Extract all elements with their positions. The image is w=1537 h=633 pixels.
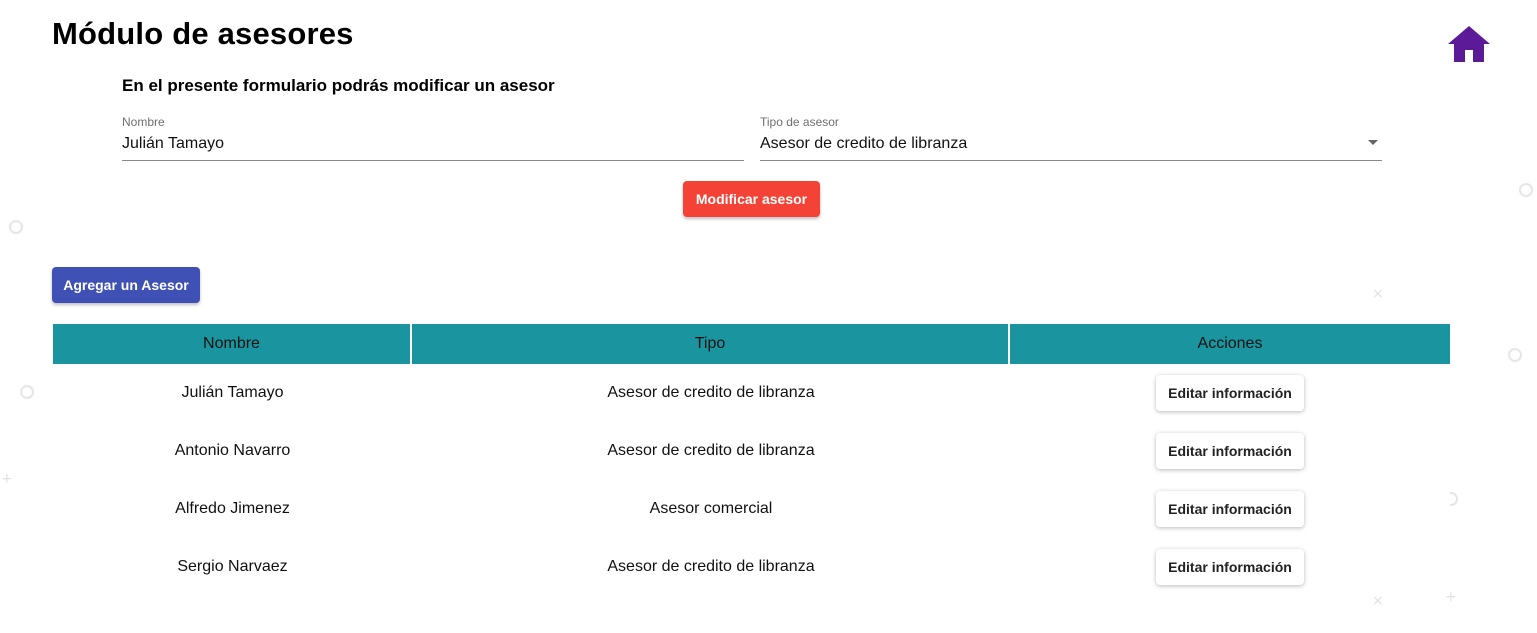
row-actions: Editar información <box>1010 364 1450 422</box>
home-icon <box>1448 26 1490 62</box>
add-advisor-button[interactable]: Agregar un Asesor <box>52 267 200 303</box>
row-actions: Editar información <box>1010 538 1450 596</box>
table-row: Julián Tamayo Asesor de credito de libra… <box>53 364 1450 422</box>
row-name: Julián Tamayo <box>181 384 284 401</box>
edit-info-button[interactable]: Editar información <box>1156 375 1304 411</box>
row-name: Alfredo Jimenez <box>175 500 290 517</box>
decorative-circle <box>20 385 34 399</box>
edit-info-button[interactable]: Editar información <box>1156 491 1304 527</box>
table-row: Sergio Narvaez Asesor de credito de libr… <box>53 538 1450 596</box>
column-header-type: Tipo <box>412 324 1010 364</box>
table-header: Nombre Tipo Acciones <box>53 324 1450 364</box>
row-actions: Editar información <box>1010 480 1450 538</box>
row-type: Asesor comercial <box>649 500 773 517</box>
decorative-circle <box>1519 183 1533 197</box>
row-type: Asesor de credito de libranza <box>607 558 815 575</box>
decorative-circle <box>9 220 23 234</box>
decorative-cross: × <box>1372 286 1384 302</box>
edit-info-button[interactable]: Editar información <box>1156 433 1304 469</box>
page: × × + + Módulo de asesores En el present… <box>0 0 1537 633</box>
page-title: Módulo de asesores <box>52 16 354 51</box>
row-actions: Editar información <box>1010 422 1450 480</box>
advisor-type-label: Tipo de asesor <box>760 115 839 129</box>
column-header-name: Nombre <box>53 324 412 364</box>
row-type: Asesor de credito de libranza <box>607 442 815 459</box>
column-header-actions: Acciones <box>1197 335 1263 352</box>
advisor-type-value: Asesor de credito de libranza <box>760 135 968 152</box>
chevron-down-icon[interactable] <box>1368 140 1378 145</box>
table-row: Antonio Navarro Asesor de credito de lib… <box>53 422 1450 480</box>
edit-info-button[interactable]: Editar información <box>1156 549 1304 585</box>
name-input[interactable] <box>122 132 744 156</box>
advisors-table: Nombre Tipo Acciones Julián Tamayo Aseso… <box>53 324 1450 596</box>
decorative-cross: + <box>1 471 13 487</box>
row-type: Asesor de credito de libranza <box>607 384 815 401</box>
decorative-circle <box>1508 348 1522 362</box>
decorative-cross: × <box>1372 593 1384 609</box>
row-name: Sergio Narvaez <box>177 558 288 575</box>
home-button[interactable] <box>1446 24 1492 64</box>
table-row: Alfredo Jimenez Asesor comercial Editar … <box>53 480 1450 538</box>
row-name: Antonio Navarro <box>174 442 291 459</box>
name-field[interactable]: Nombre <box>122 113 744 161</box>
name-field-label: Nombre <box>122 115 165 129</box>
advisor-type-select[interactable]: Tipo de asesor Asesor de credito de libr… <box>760 113 1382 161</box>
form-heading: En el presente formulario podrás modific… <box>122 76 555 95</box>
modify-advisor-button[interactable]: Modificar asesor <box>683 181 820 217</box>
